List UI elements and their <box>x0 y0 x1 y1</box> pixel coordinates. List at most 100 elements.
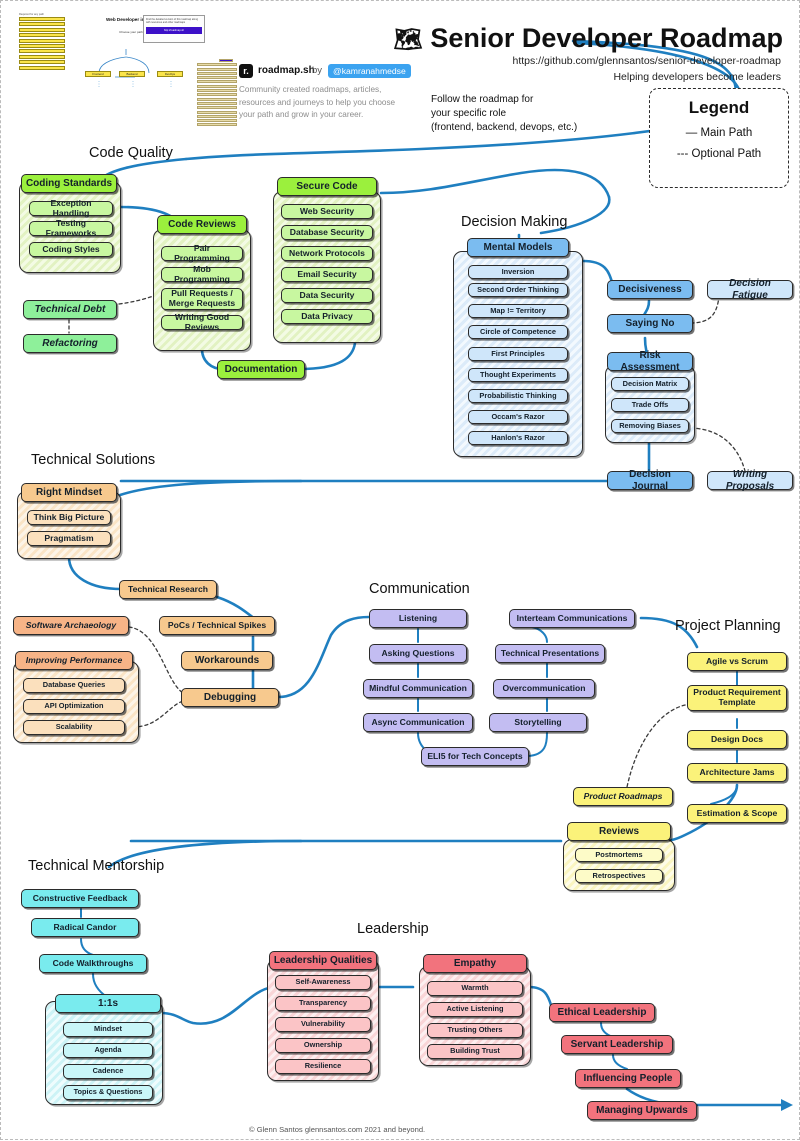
node-warmth[interactable]: Warmth <box>427 981 523 996</box>
node-map-not-territory[interactable]: Map != Territory <box>468 304 568 318</box>
node-product-roadmaps[interactable]: Product Roadmaps <box>573 787 673 806</box>
roadmapsh-name: roadmap.sh <box>258 65 315 76</box>
section-heading-leadership: Leadership <box>357 921 429 937</box>
node-self-awareness[interactable]: Self-Awareness <box>275 975 371 990</box>
node-pair-programming[interactable]: Pair Programming <box>161 243 243 262</box>
node-postmortems[interactable]: Postmortems <box>575 848 663 862</box>
node-product-requirement-template[interactable]: Product Requirement Template <box>687 685 787 711</box>
node-estimation-scope[interactable]: Estimation & Scope <box>687 804 787 823</box>
node-documentation[interactable]: Documentation <box>217 360 305 379</box>
node-mindful-communication[interactable]: Mindful Communication <box>363 679 473 698</box>
node-pragmatism[interactable]: Pragmatism <box>27 531 111 546</box>
node-technical-presentations[interactable]: Technical Presentations <box>495 644 605 663</box>
thumbnail-node-devops: DevOps <box>157 71 183 77</box>
node-database-queries[interactable]: Database Queries <box>23 678 125 693</box>
node-decision-journal[interactable]: Decision Journal <box>607 469 693 492</box>
node-inversion[interactable]: Inversion <box>468 265 568 279</box>
node-database-security[interactable]: Database Security <box>281 225 373 240</box>
node-reviews[interactable]: Reviews <box>567 822 671 841</box>
node-email-security[interactable]: Email Security <box>281 267 373 282</box>
node-eli5-for-tech-concepts[interactable]: ELI5 for Tech Concepts <box>421 747 529 766</box>
node-thought-experiments[interactable]: Thought Experiments <box>468 368 568 382</box>
node-topics-questions[interactable]: Topics & Questions <box>63 1085 153 1100</box>
node-improving-performance[interactable]: Improving Performance <box>15 651 133 670</box>
node-constructive-feedback[interactable]: Constructive Feedback <box>21 889 139 908</box>
node-cadence[interactable]: Cadence <box>63 1064 153 1079</box>
node-ethical-leadership[interactable]: Ethical Leadership <box>549 1003 655 1022</box>
node-pocs-technical-spikes[interactable]: PoCs / Technical Spikes <box>159 616 275 635</box>
node-vulnerability[interactable]: Vulnerability <box>275 1017 371 1032</box>
node-managing-upwards[interactable]: Managing Upwards <box>587 1101 697 1120</box>
node-decision-matrix[interactable]: Decision Matrix <box>611 377 689 391</box>
node-technical-debt[interactable]: Technical Debt <box>23 300 117 319</box>
node-network-protocols[interactable]: Network Protocols <box>281 246 373 261</box>
node-writing-good-reviews[interactable]: Writing Good Reviews <box>161 312 243 331</box>
node-removing-biases[interactable]: Removing Biases <box>611 419 689 433</box>
node-exception-handling[interactable]: Exception Handling <box>29 198 113 217</box>
node-agenda[interactable]: Agenda <box>63 1043 153 1058</box>
node-secure-code[interactable]: Secure Code <box>277 177 377 196</box>
node-second-order-thinking[interactable]: Second Order Thinking <box>468 283 568 297</box>
node-debugging[interactable]: Debugging <box>181 688 279 707</box>
node-right-mindset[interactable]: Right Mindset <box>21 483 117 502</box>
node-first-principles[interactable]: First Principles <box>468 347 568 361</box>
node-one-on-ones[interactable]: 1:1s <box>55 994 161 1013</box>
node-mental-models[interactable]: Mental Models <box>467 238 569 257</box>
node-resilience[interactable]: Resilience <box>275 1059 371 1074</box>
node-coding-styles[interactable]: Coding Styles <box>29 242 113 257</box>
node-saying-no[interactable]: Saying No <box>607 314 693 333</box>
node-storytelling[interactable]: Storytelling <box>489 713 587 732</box>
node-mindset[interactable]: Mindset <box>63 1022 153 1037</box>
node-testing-frameworks[interactable]: Testing Frameworks <box>29 218 113 237</box>
node-decisiveness[interactable]: Decisiveness <box>607 280 693 299</box>
thumbnail-list-caption: Required for any path <box>19 13 44 16</box>
node-building-trust[interactable]: Building Trust <box>427 1044 523 1059</box>
node-ownership[interactable]: Ownership <box>275 1038 371 1053</box>
node-decision-fatigue[interactable]: Decision Fatigue <box>707 278 793 301</box>
node-architecture-jams[interactable]: Architecture Jams <box>687 763 787 782</box>
node-software-archaeology[interactable]: Software Archaeology <box>13 616 129 635</box>
node-refactoring[interactable]: Refactoring <box>23 334 117 353</box>
node-hanlons-razor[interactable]: Hanlon's Razor <box>468 431 568 445</box>
node-interteam-communications[interactable]: Interteam Communications <box>509 609 635 628</box>
node-circle-of-competence[interactable]: Circle of Competence <box>468 325 568 339</box>
node-pull-requests[interactable]: Pull Requests / Merge Requests <box>161 288 243 310</box>
node-api-optimization[interactable]: API Optimization <box>23 699 125 714</box>
node-mob-programming[interactable]: Mob Programming <box>161 264 243 283</box>
node-influencing-people[interactable]: Influencing People <box>575 1069 681 1088</box>
node-technical-research[interactable]: Technical Research <box>119 580 217 599</box>
node-active-listening[interactable]: Active Listening <box>427 1002 523 1017</box>
node-retrospectives[interactable]: Retrospectives <box>575 869 663 883</box>
node-data-security[interactable]: Data Security <box>281 288 373 303</box>
thumbnail-required-list: Required for any path <box>19 13 65 75</box>
node-listening[interactable]: Listening <box>369 609 467 628</box>
node-risk-assessment[interactable]: Risk Assessment <box>607 350 693 373</box>
node-workarounds[interactable]: Workarounds <box>181 651 273 670</box>
node-transparency[interactable]: Transparency <box>275 996 371 1011</box>
node-radical-candor[interactable]: Radical Candor <box>31 918 139 937</box>
node-probabilistic-thinking[interactable]: Probabilistic Thinking <box>468 389 568 403</box>
node-overcommunication[interactable]: Overcommunication <box>493 679 595 698</box>
legend-optional-path: --- Optional Path <box>676 148 762 160</box>
node-empathy[interactable]: Empathy <box>423 954 527 973</box>
node-writing-proposals[interactable]: Writing Proposals <box>707 469 793 492</box>
node-occams-razor[interactable]: Occam's Razor <box>468 410 568 424</box>
node-servant-leadership[interactable]: Servant Leadership <box>561 1035 673 1054</box>
node-think-big-picture[interactable]: Think Big Picture <box>27 510 111 525</box>
node-async-communication[interactable]: Async Communication <box>363 713 473 732</box>
section-heading-technical-solutions: Technical Solutions <box>31 452 156 468</box>
node-code-walkthroughs[interactable]: Code Walkthroughs <box>39 954 147 973</box>
node-agile-vs-scrum[interactable]: Agile vs Scrum <box>687 652 787 671</box>
roadmapsh-by-label: by <box>312 65 323 76</box>
node-web-security[interactable]: Web Security <box>281 204 373 219</box>
node-data-privacy[interactable]: Data Privacy <box>281 309 373 324</box>
node-coding-standards[interactable]: Coding Standards <box>21 174 117 193</box>
node-code-reviews[interactable]: Code Reviews <box>157 215 247 234</box>
node-design-docs[interactable]: Design Docs <box>687 730 787 749</box>
node-trusting-others[interactable]: Trusting Others <box>427 1023 523 1038</box>
node-scalability[interactable]: Scalability <box>23 720 125 735</box>
node-leadership-qualities[interactable]: Leadership Qualities <box>269 951 377 970</box>
node-asking-questions[interactable]: Asking Questions <box>369 644 467 663</box>
legend: Legend — Main Path --- Optional Path <box>649 88 789 188</box>
node-trade-offs[interactable]: Trade Offs <box>611 398 689 412</box>
